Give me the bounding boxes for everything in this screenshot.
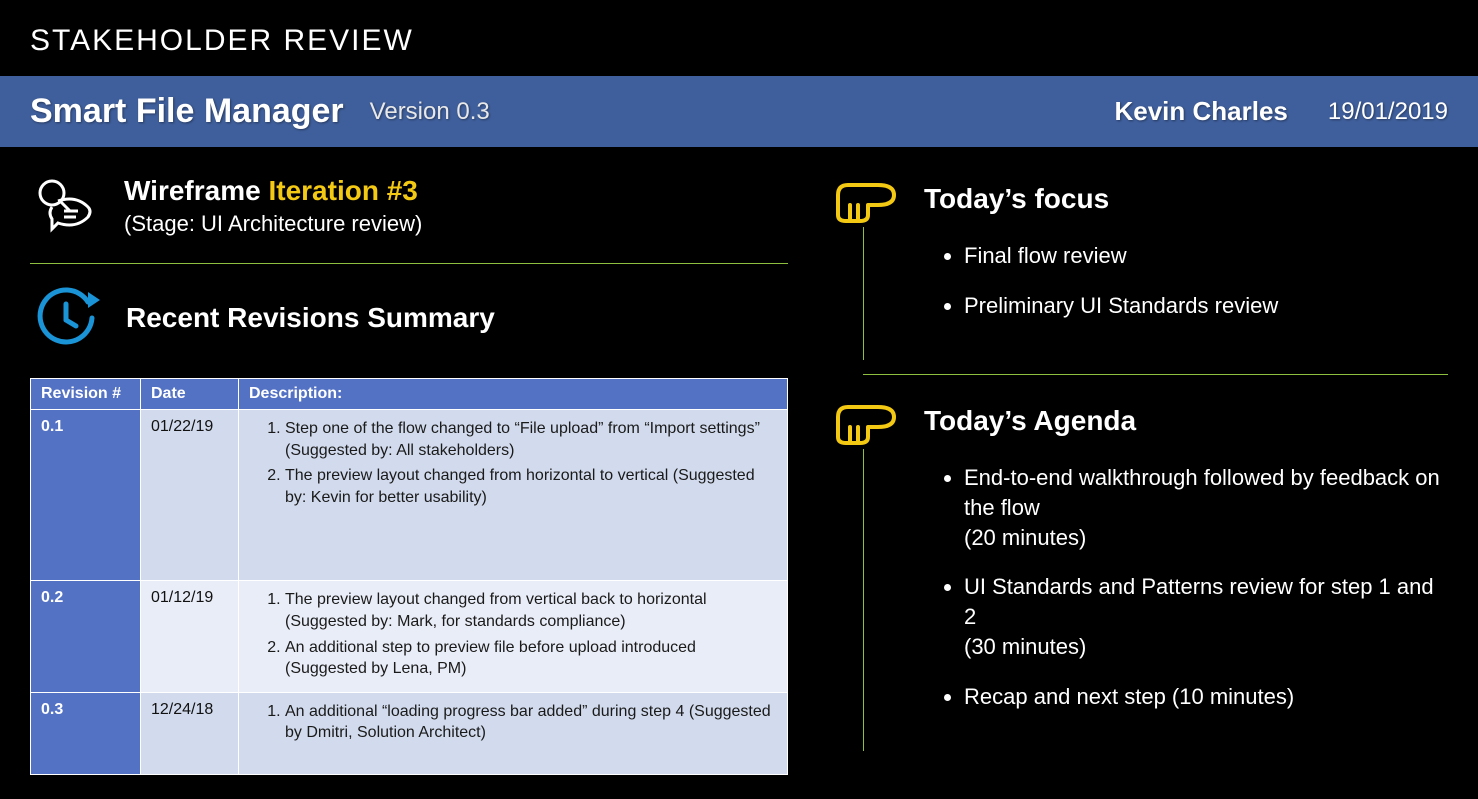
revision-number: 0.2 [31,581,141,692]
revision-item: Step one of the flow changed to “File up… [285,418,777,461]
revision-date: 01/22/19 [141,410,239,581]
focus-section: Today’s focus Final flow review Prelimin… [828,171,1448,360]
pointing-hand-icon [828,171,900,227]
pointing-hand-icon [828,393,900,449]
wireframe-iteration: Iteration #3 [268,175,417,206]
agenda-item: Recap and next step (10 minutes) [964,682,1448,712]
agenda-item: UI Standards and Patterns review for ste… [964,572,1448,661]
agenda-section: Today’s Agenda End-to-end walkthrough fo… [828,393,1448,751]
revision-description: The preview layout changed from vertical… [239,581,788,692]
table-row: 0.2 01/12/19 The preview layout changed … [31,581,788,692]
wireframe-prefix: Wireframe [124,175,261,206]
revisions-title: Recent Revisions Summary [126,302,495,334]
col-header-revision: Revision # [31,379,141,410]
revision-item: An additional “loading progress bar adde… [285,701,777,744]
revision-item: The preview layout changed from horizont… [285,465,777,508]
page-title: STAKEHOLDER REVIEW [0,0,1478,76]
banner: Smart File Manager Version 0.3 Kevin Cha… [0,76,1478,147]
revision-item: The preview layout changed from vertical… [285,589,777,632]
review-icon [30,171,100,241]
agenda-item: End-to-end walkthrough followed by feedb… [964,463,1448,552]
revision-item: An additional step to preview file befor… [285,637,777,680]
focus-item: Preliminary UI Standards review [964,291,1278,321]
wireframe-stage: (Stage: UI Architecture review) [124,211,422,237]
col-header-description: Description: [239,379,788,410]
clock-refresh-icon [30,282,102,354]
focus-title: Today’s focus [924,183,1109,215]
revision-number: 0.3 [31,692,141,774]
revisions-table: Revision # Date Description: 0.1 01/22/1… [30,378,788,775]
wireframe-title: Wireframe Iteration #3 [124,175,422,207]
version-label: Version 0.3 [370,98,490,126]
agenda-title: Today’s Agenda [924,405,1136,437]
revision-description: An additional “loading progress bar adde… [239,692,788,774]
revision-date: 12/24/18 [141,692,239,774]
author-name: Kevin Charles [1114,96,1287,127]
revision-number: 0.1 [31,410,141,581]
focus-item: Final flow review [964,241,1278,271]
product-name: Smart File Manager [30,92,344,131]
revision-date: 01/12/19 [141,581,239,692]
table-row: 0.1 01/22/19 Step one of the flow change… [31,410,788,581]
col-header-date: Date [141,379,239,410]
revision-description: Step one of the flow changed to “File up… [239,410,788,581]
divider [863,374,1448,375]
divider [30,263,788,264]
table-row: 0.3 12/24/18 An additional “loading prog… [31,692,788,774]
banner-date: 19/01/2019 [1328,98,1448,126]
